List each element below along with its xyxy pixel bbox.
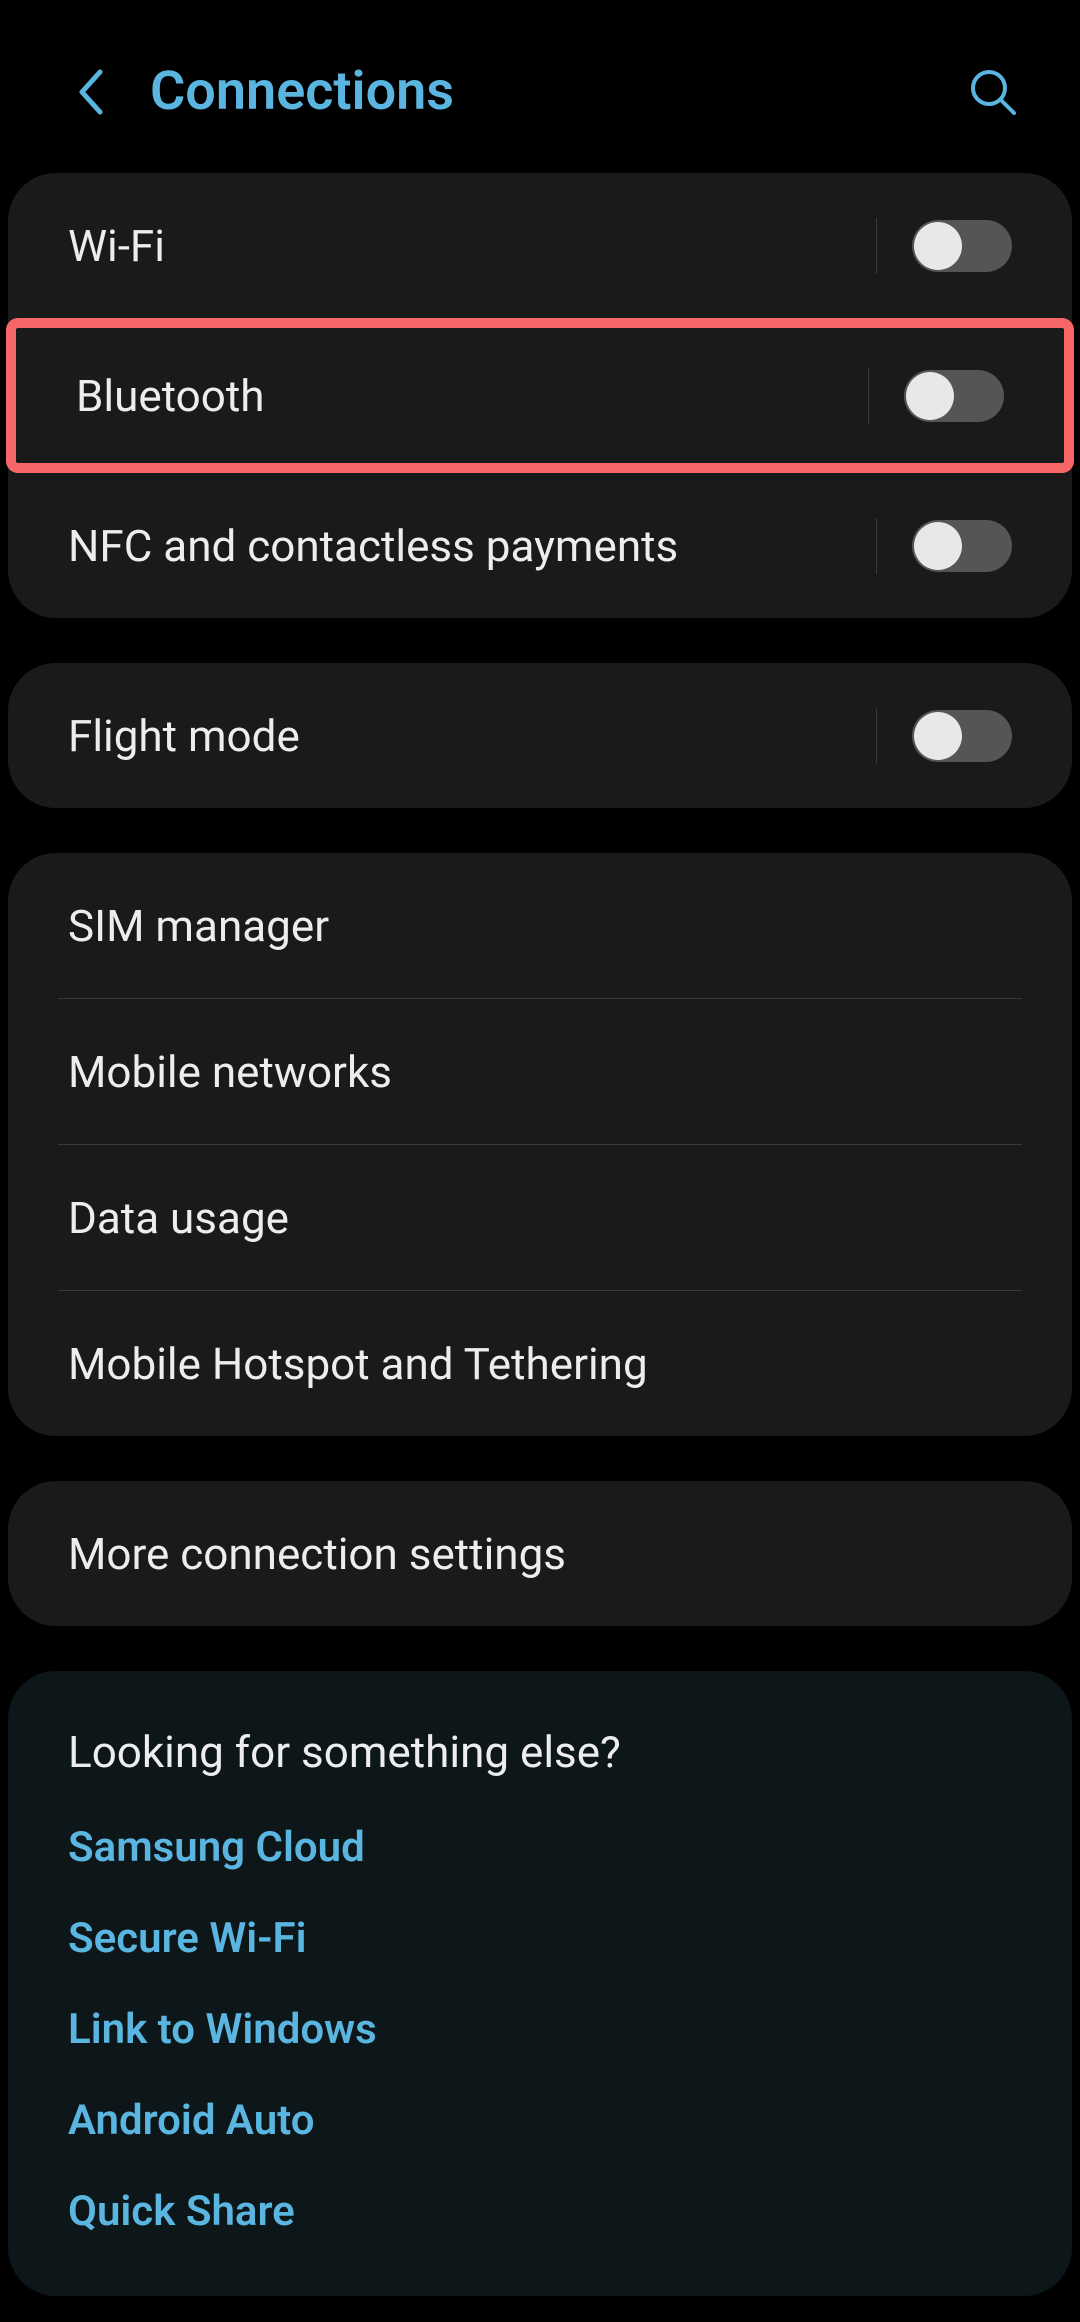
- row-label: Bluetooth: [76, 370, 868, 422]
- flight-mode-toggle[interactable]: [912, 710, 1012, 762]
- data-usage-row[interactable]: Data usage: [8, 1145, 1072, 1290]
- bluetooth-toggle[interactable]: [904, 370, 1004, 422]
- page-header: Connections: [0, 0, 1080, 173]
- search-button[interactable]: [965, 64, 1020, 119]
- sim-manager-row[interactable]: SIM manager: [8, 853, 1072, 998]
- link-quick-share[interactable]: Quick Share: [68, 2187, 1012, 2236]
- toggle-knob: [914, 522, 962, 570]
- link-link-to-windows[interactable]: Link to Windows: [68, 2005, 1012, 2054]
- row-label: Data usage: [68, 1192, 1012, 1244]
- toggle-knob: [914, 222, 962, 270]
- chevron-left-icon: [76, 68, 104, 116]
- page-title: Connections: [150, 60, 965, 123]
- related-heading: Looking for something else?: [68, 1726, 1012, 1778]
- link-samsung-cloud[interactable]: Samsung Cloud: [68, 1823, 1012, 1872]
- nfc-row[interactable]: NFC and contactless payments: [8, 473, 1072, 618]
- related-links-card: Looking for something else? Samsung Clou…: [8, 1671, 1072, 2296]
- row-label: NFC and contactless payments: [68, 520, 876, 572]
- search-icon: [968, 67, 1018, 117]
- bluetooth-row[interactable]: Bluetooth: [16, 328, 1064, 463]
- row-label: Mobile Hotspot and Tethering: [68, 1338, 1012, 1390]
- mobile-networks-row[interactable]: Mobile networks: [8, 999, 1072, 1144]
- link-android-auto[interactable]: Android Auto: [68, 2096, 1012, 2145]
- nfc-toggle[interactable]: [912, 520, 1012, 572]
- wifi-toggle[interactable]: [912, 220, 1012, 272]
- settings-group: Flight mode: [8, 663, 1072, 808]
- more-connection-settings-row[interactable]: More connection settings: [8, 1481, 1072, 1626]
- back-button[interactable]: [65, 67, 115, 117]
- toggle-knob: [906, 372, 954, 420]
- bluetooth-highlight: Bluetooth: [6, 318, 1074, 473]
- link-secure-wifi[interactable]: Secure Wi-Fi: [68, 1914, 1012, 1963]
- row-label: SIM manager: [68, 900, 1012, 952]
- toggle-separator: [876, 518, 877, 574]
- toggle-separator: [876, 218, 877, 274]
- toggle-separator: [876, 708, 877, 764]
- toggle-separator: [868, 368, 869, 424]
- flight-mode-row[interactable]: Flight mode: [8, 663, 1072, 808]
- row-label: Wi-Fi: [68, 220, 876, 272]
- toggle-knob: [914, 712, 962, 760]
- settings-group: More connection settings: [8, 1481, 1072, 1626]
- mobile-hotspot-row[interactable]: Mobile Hotspot and Tethering: [8, 1291, 1072, 1436]
- wifi-row[interactable]: Wi-Fi: [8, 173, 1072, 318]
- settings-group: SIM manager Mobile networks Data usage M…: [8, 853, 1072, 1436]
- row-label: Flight mode: [68, 710, 876, 762]
- row-label: More connection settings: [68, 1528, 1012, 1580]
- row-label: Mobile networks: [68, 1046, 1012, 1098]
- settings-group: Wi-Fi Bluetooth NFC and contactless paym…: [8, 173, 1072, 618]
